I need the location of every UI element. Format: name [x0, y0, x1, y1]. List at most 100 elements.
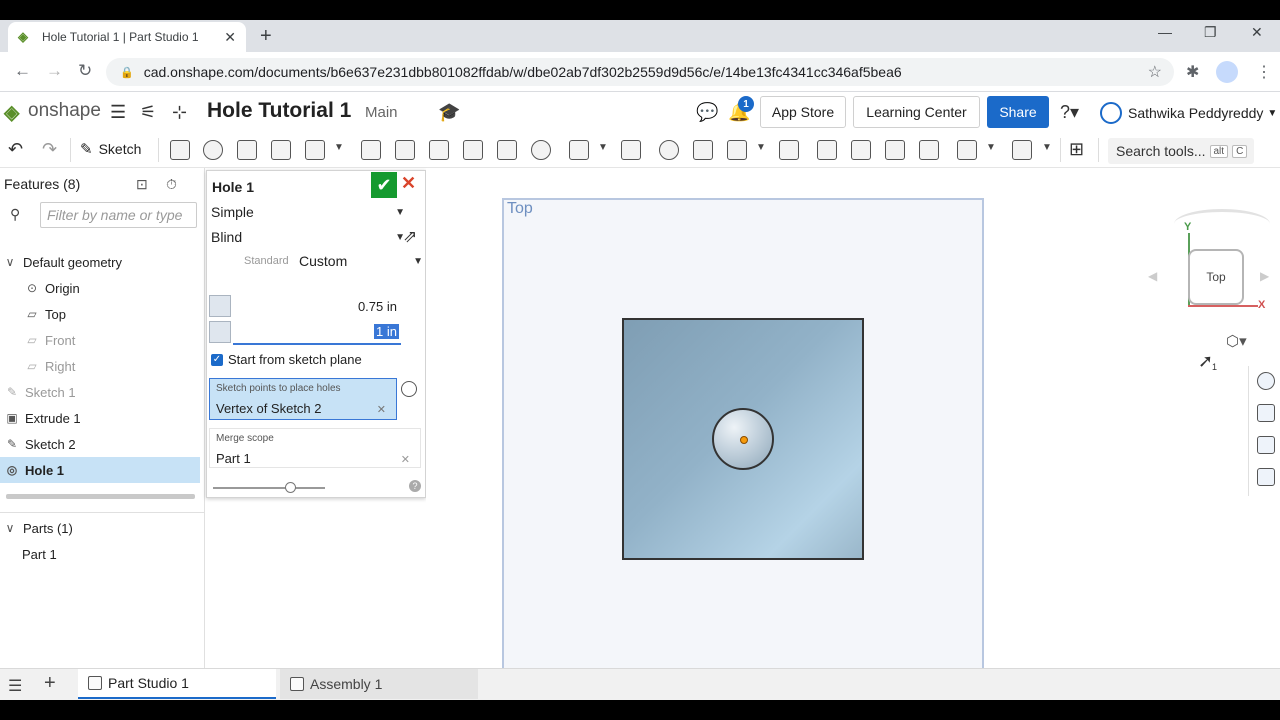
- hole-style-select[interactable]: Simple ▼: [211, 204, 405, 220]
- dialog-title[interactable]: Hole 1: [212, 179, 254, 195]
- share-button[interactable]: Share: [987, 96, 1049, 128]
- part-item[interactable]: Part 1: [0, 541, 200, 567]
- app-store-button[interactable]: App Store: [760, 96, 846, 128]
- appearance-icon[interactable]: [1257, 372, 1275, 390]
- back-icon[interactable]: ←: [14, 61, 31, 81]
- split-icon[interactable]: [693, 140, 713, 160]
- sketch-points-selection[interactable]: Sketch points to place holes Vertex of S…: [209, 378, 397, 420]
- chevron-down-icon[interactable]: ▼: [1042, 142, 1052, 153]
- loft-icon[interactable]: [271, 140, 291, 160]
- termination-select[interactable]: Blind ▼: [211, 229, 405, 245]
- browser-tab[interactable]: ◈ Hole Tutorial 1 | Part Studio 1 ✕: [8, 22, 246, 52]
- browser-profile-avatar[interactable]: [1216, 61, 1238, 83]
- sketch-button[interactable]: ✎ Sketch: [80, 140, 141, 158]
- undo-icon[interactable]: ↶: [8, 139, 23, 160]
- insert-icon[interactable]: ⊹: [172, 102, 187, 123]
- mate-connector-icon[interactable]: [1012, 140, 1032, 160]
- reload-icon[interactable]: ↻: [78, 61, 92, 81]
- bill-of-materials-icon[interactable]: [1257, 468, 1275, 486]
- default-geometry-group[interactable]: ∨ Default geometry: [0, 249, 200, 275]
- new-tab-icon[interactable]: +: [260, 25, 272, 48]
- fillet-icon[interactable]: [361, 140, 381, 160]
- configurations-icon[interactable]: [1257, 436, 1275, 454]
- help-icon[interactable]: ?▾: [1060, 102, 1079, 123]
- accept-checkmark-icon[interactable]: ✔: [371, 172, 397, 198]
- remove-selection-icon[interactable]: ✕: [401, 453, 410, 466]
- linear-pattern-icon[interactable]: [569, 140, 589, 160]
- boolean-icon[interactable]: [659, 140, 679, 160]
- diameter-field[interactable]: 0.75 in: [209, 295, 401, 319]
- feature-item-extrude-1[interactable]: ▣ Extrude 1: [0, 405, 200, 431]
- replace-face-icon[interactable]: [919, 140, 939, 160]
- hole-icon[interactable]: [531, 140, 551, 160]
- graphics-viewport[interactable]: Top ◀ ▶ Y X Top ⬡▾ ➚ 1: [426, 168, 1280, 679]
- mirror-icon[interactable]: [621, 140, 641, 160]
- minimize-icon[interactable]: —: [1158, 24, 1172, 40]
- feature-item-top[interactable]: ▱ Top: [0, 301, 200, 327]
- search-tools-field[interactable]: Search tools... alt C: [1108, 138, 1254, 164]
- browser-menu-icon[interactable]: ⋮: [1256, 62, 1272, 82]
- rib-icon[interactable]: [463, 140, 483, 160]
- close-tab-icon[interactable]: ✕: [224, 29, 236, 46]
- add-custom-feature-icon[interactable]: ⊞: [1069, 139, 1084, 160]
- view-cube-left-arrow-icon[interactable]: ◀: [1148, 269, 1157, 283]
- view-options-cube-icon[interactable]: ⬡▾: [1226, 332, 1247, 350]
- feature-item-front[interactable]: ▱ Front: [0, 327, 200, 353]
- learning-cap-icon[interactable]: 🎓: [438, 102, 460, 123]
- feature-item-hole-1[interactable]: ◎ Hole 1: [0, 457, 200, 483]
- move-face-icon[interactable]: [885, 140, 905, 160]
- document-title[interactable]: Hole Tutorial 1: [207, 99, 351, 123]
- bookmark-star-icon[interactable]: ☆: [1148, 62, 1162, 82]
- chevron-down-icon[interactable]: ▼: [334, 142, 344, 153]
- comments-icon[interactable]: 💬: [696, 102, 718, 123]
- restore-icon[interactable]: ❐: [1204, 24, 1217, 41]
- tab-part-studio-1[interactable]: Part Studio 1: [78, 669, 276, 699]
- cancel-x-icon[interactable]: ✕: [401, 173, 416, 194]
- top-plane[interactable]: Top: [502, 198, 984, 679]
- user-menu[interactable]: Sathwika Peddyreddy ▼: [1100, 102, 1277, 124]
- tab-assembly-1[interactable]: Assembly 1: [280, 669, 478, 699]
- mass-properties-icon[interactable]: [1257, 404, 1275, 422]
- forward-icon[interactable]: →: [46, 61, 63, 81]
- branch-label[interactable]: Main: [365, 104, 398, 121]
- view-cube[interactable]: ◀ ▶ Y X Top: [1148, 203, 1270, 313]
- remove-selection-icon[interactable]: ✕: [377, 403, 386, 416]
- start-from-sketch-plane-checkbox[interactable]: ✓ Start from sketch plane: [211, 352, 362, 367]
- merge-scope-selection[interactable]: Merge scope Part 1 ✕: [209, 428, 421, 468]
- sketch-vertex-point[interactable]: [740, 436, 748, 444]
- thicken-icon[interactable]: [305, 140, 325, 160]
- plane-icon[interactable]: [957, 140, 977, 160]
- feature-list-scrollbar[interactable]: [6, 494, 195, 499]
- chevron-down-icon[interactable]: ▼: [986, 142, 996, 153]
- sweep-icon[interactable]: [237, 140, 257, 160]
- learning-center-button[interactable]: Learning Center: [853, 96, 980, 128]
- view-cube-right-arrow-icon[interactable]: ▶: [1260, 269, 1269, 283]
- depth-field[interactable]: 1 in: [209, 321, 401, 345]
- part-body[interactable]: [622, 318, 864, 560]
- hole-preview[interactable]: [712, 408, 774, 470]
- feature-item-sketch-2[interactable]: ✎ Sketch 2: [0, 431, 200, 457]
- url-field[interactable]: 🔒 cad.onshape.com/documents/b6e637e231db…: [106, 58, 1174, 86]
- slider-thumb[interactable]: [285, 482, 296, 493]
- parts-group[interactable]: ∨ Parts (1): [0, 515, 200, 541]
- flip-direction-icon[interactable]: ⇗: [403, 227, 417, 247]
- preview-slider[interactable]: [213, 482, 325, 493]
- add-tab-icon[interactable]: +: [44, 672, 56, 695]
- close-window-icon[interactable]: ✕: [1251, 24, 1263, 41]
- chevron-down-icon[interactable]: ▼: [756, 142, 766, 153]
- onshape-logo[interactable]: ◈ onshape: [4, 100, 101, 124]
- versions-history-icon[interactable]: ⚟: [140, 102, 156, 123]
- shell-icon[interactable]: [497, 140, 517, 160]
- add-folder-icon[interactable]: ⊡: [136, 176, 148, 193]
- history-clock-icon[interactable]: [401, 381, 417, 397]
- draft-icon[interactable]: [429, 140, 449, 160]
- feature-item-right[interactable]: ▱ Right: [0, 353, 200, 379]
- standard-select[interactable]: Custom ▼: [299, 253, 423, 269]
- redo-icon[interactable]: ↷: [42, 139, 57, 160]
- transform-icon[interactable]: [727, 140, 747, 160]
- rollback-timer-icon[interactable]: ⏱: [166, 176, 177, 193]
- revolve-icon[interactable]: [203, 140, 223, 160]
- modify-fillet-icon[interactable]: [817, 140, 837, 160]
- view-cube-face[interactable]: Top: [1188, 249, 1244, 305]
- chevron-down-icon[interactable]: ▼: [598, 142, 608, 153]
